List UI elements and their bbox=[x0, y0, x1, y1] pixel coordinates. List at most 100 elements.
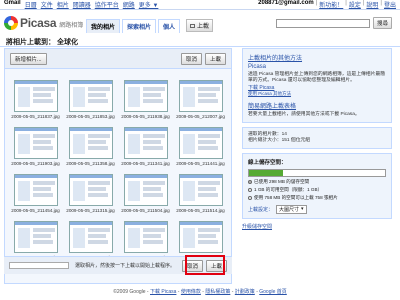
photo-thumbnail-image bbox=[68, 80, 113, 112]
photo-thumbnail-image bbox=[123, 80, 168, 112]
photo-filename: 2009-05-05_211454.jpg bbox=[11, 208, 60, 213]
legend-after-icon bbox=[248, 196, 252, 200]
legend-free-icon bbox=[248, 188, 252, 192]
picasa-logo-icon bbox=[4, 16, 18, 30]
storage-title: 線上儲存空間： bbox=[248, 160, 287, 166]
photo-thumbnail[interactable]: 2009-05-05_211504.jpg bbox=[120, 174, 171, 221]
gbar-link-calendar[interactable]: 日曆 bbox=[25, 0, 37, 9]
divider bbox=[0, 46, 400, 47]
photo-thumbnail[interactable]: 2009-05-05_211341.jpg bbox=[120, 127, 171, 174]
link-help[interactable]: 說明 bbox=[366, 0, 378, 9]
storage-box: 線上儲存空間： 已使用 298 MB 的儲存空間 1 GB 的可用空間（限額：1… bbox=[242, 153, 392, 219]
photo-thumbnail[interactable]: 2009-05-05_211315.jpg bbox=[65, 174, 116, 221]
photo-filename: 2009-05-05_211837.jpg bbox=[11, 114, 60, 119]
photo-filename: 2009-05-05_211504.jpg bbox=[121, 208, 170, 213]
footer: ©2009 Google - 下載 Picasa - 使用條款 - 隱私權政策 … bbox=[113, 289, 287, 295]
photo-thumbnail-image bbox=[123, 221, 168, 253]
gbar-link-sites[interactable]: 協作平台 bbox=[95, 0, 119, 9]
photo-thumbnail[interactable]: 2009-05-05_211853.jpg bbox=[65, 80, 116, 127]
photo-thumbnail[interactable]: 2009-05-05_211358.jpg bbox=[65, 127, 116, 174]
storage-bar-fill bbox=[249, 170, 283, 176]
storage-after-text: 使用 758 MB 的空間可以上載 758 張相片 bbox=[254, 195, 338, 200]
cancel-button[interactable]: 取消 bbox=[180, 52, 202, 65]
link-sign-out[interactable]: 登出 bbox=[384, 0, 396, 9]
photo-filename: 2009-05-05_211514.jpg bbox=[176, 208, 225, 213]
gbar-link-reader[interactable]: 閱讀器 bbox=[73, 0, 91, 9]
storage-line: 1 GB 的可用空間（限額：1 GB） bbox=[248, 187, 386, 193]
user-email: 208871@gmail.com bbox=[258, 0, 314, 6]
photo-thumbnail-image bbox=[68, 127, 113, 159]
photo-filename: 2009-05-05_211853.jpg bbox=[66, 114, 115, 119]
gbar-link-photos[interactable]: 相片 bbox=[57, 0, 69, 9]
simple-upload-text: 若要大量上載相片，請使用其他方法或下載 Picasa。 bbox=[248, 112, 360, 117]
photo-filename: 2009-05-05_212007.jpg bbox=[176, 114, 225, 119]
photo-thumbnail-image bbox=[178, 174, 223, 206]
logo-subtitle: 網路相簿 bbox=[59, 23, 84, 29]
link-settings[interactable]: 設定 bbox=[349, 0, 361, 9]
photo-filename: 2009-05-05_211441.jpg bbox=[176, 161, 225, 166]
google-bar: Gmail 日曆 文件 相片 閱讀器 協作平台 網路 更多 ▼ 208871@g… bbox=[0, 0, 400, 10]
tab-people[interactable]: 個人 bbox=[158, 19, 181, 33]
separator: | bbox=[380, 0, 382, 6]
photo-thumbnail-image bbox=[123, 174, 168, 206]
gbar-link-gmail[interactable]: Gmail bbox=[4, 0, 21, 9]
footer-link-home[interactable]: Google 首頁 bbox=[259, 289, 287, 295]
photo-thumbnail[interactable]: 2009-05-05_211441.jpg bbox=[175, 127, 226, 174]
download-picasa-link[interactable]: 下載 Picasa bbox=[248, 84, 386, 91]
photo-thumbnail[interactable]: 2009-05-05_212007.jpg bbox=[175, 80, 226, 127]
link-whats-new[interactable]: 新功能！ bbox=[319, 0, 343, 9]
upload-size-label: 上載設定： bbox=[248, 207, 274, 213]
photo-thumbnail[interactable]: 2009-05-05_211837.jpg bbox=[10, 80, 61, 127]
photo-filename: 2009-05-05_211903.jpg bbox=[11, 161, 60, 166]
tab-explore[interactable]: 探索相片 bbox=[122, 19, 157, 33]
photo-thumbnail[interactable]: 2009-05-05_211903.jpg bbox=[10, 127, 61, 174]
search-area: 搜尋 bbox=[276, 17, 393, 29]
footer-link-program[interactable]: 計劃政策 bbox=[235, 289, 255, 295]
search-button[interactable]: 搜尋 bbox=[373, 17, 393, 29]
photo-thumbnail-image bbox=[68, 221, 113, 253]
logo-text: Picasa bbox=[20, 16, 57, 30]
photo-thumbnail-image bbox=[178, 127, 223, 159]
footer-link-privacy[interactable]: 隱私權政策 bbox=[205, 289, 230, 295]
footer-link-download[interactable]: 下載 Picasa bbox=[150, 289, 176, 295]
other-methods-box: 上載相片的其他方法 Picasa 透過 Picasa 管理相片並上傳到您的網路相… bbox=[242, 48, 392, 123]
upload-size-select[interactable]: 大圖尺寸 ▾ bbox=[276, 205, 307, 214]
nav-tabs: 我的相片 探索相片 個人 bbox=[86, 19, 182, 33]
gbar-link-docs[interactable]: 文件 bbox=[41, 0, 53, 9]
storage-bar bbox=[248, 169, 386, 177]
photo-thumbnail[interactable]: 2009-05-05_211454.jpg bbox=[10, 174, 61, 221]
other-methods-title[interactable]: 上載相片的其他方法 bbox=[248, 53, 386, 62]
add-photos-button[interactable]: 新增相片... bbox=[10, 52, 47, 65]
footer-link-terms[interactable]: 使用條款 bbox=[181, 289, 201, 295]
other-methods-link[interactable]: 使用 Picasa 其他方法 bbox=[248, 91, 291, 96]
picasa-description: 透過 Picasa 管理相片並上傳到您的網路相簿，這是上傳相片最簡單的方式。Pi… bbox=[248, 72, 385, 83]
upload-status-text: 選取相片，然後按一下上載以開始上載程序。 bbox=[75, 263, 176, 269]
storage-line: 已使用 298 MB 的儲存空間 bbox=[248, 179, 386, 185]
picasa-section-title: Picasa bbox=[248, 64, 267, 70]
photo-thumbnail-image bbox=[13, 127, 58, 159]
photo-thumbnail-image bbox=[13, 80, 58, 112]
search-input[interactable] bbox=[276, 18, 370, 28]
sidebar: 上載相片的其他方法 Picasa 透過 Picasa 管理相片並上傳到您的網路相… bbox=[242, 48, 392, 230]
highlight-box bbox=[185, 255, 225, 275]
upload-button[interactable]: 上載 bbox=[204, 52, 226, 65]
upload-top-button[interactable]: 上載 bbox=[186, 19, 214, 32]
photo-thumbnail-image bbox=[178, 221, 223, 253]
simple-upload-title[interactable]: 簡易網路上載表格 bbox=[248, 101, 386, 110]
footer-copyright: ©2009 Google bbox=[113, 289, 146, 295]
photo-thumbnail-image bbox=[68, 174, 113, 206]
gbar-link-more[interactable]: 更多 ▼ bbox=[139, 0, 159, 9]
upload-size-row: 上載設定： 大圖尺寸 ▾ bbox=[248, 205, 386, 214]
picasa-logo[interactable]: Picasa 網路相簿 bbox=[4, 16, 83, 30]
thumbnail-grid: 2009-05-05_211837.jpg 2009-05-05_211853.j… bbox=[10, 80, 226, 272]
tab-my-photos[interactable]: 我的相片 bbox=[86, 19, 121, 33]
separator: | bbox=[362, 0, 365, 6]
photo-thumbnail[interactable]: 2009-05-05_211514.jpg bbox=[175, 174, 226, 221]
photo-thumbnail[interactable]: 2009-05-05_211938.jpg bbox=[120, 80, 171, 127]
upgrade-storage-link[interactable]: 升級儲存空間 bbox=[242, 224, 272, 230]
upload-progress-bar bbox=[9, 262, 69, 269]
upload-toolbar: 新增相片... 取消 上載 bbox=[5, 49, 231, 69]
photo-thumbnail-image bbox=[123, 127, 168, 159]
gbar-link-web[interactable]: 網路 bbox=[123, 0, 135, 9]
photo-thumbnail-image bbox=[13, 174, 58, 206]
